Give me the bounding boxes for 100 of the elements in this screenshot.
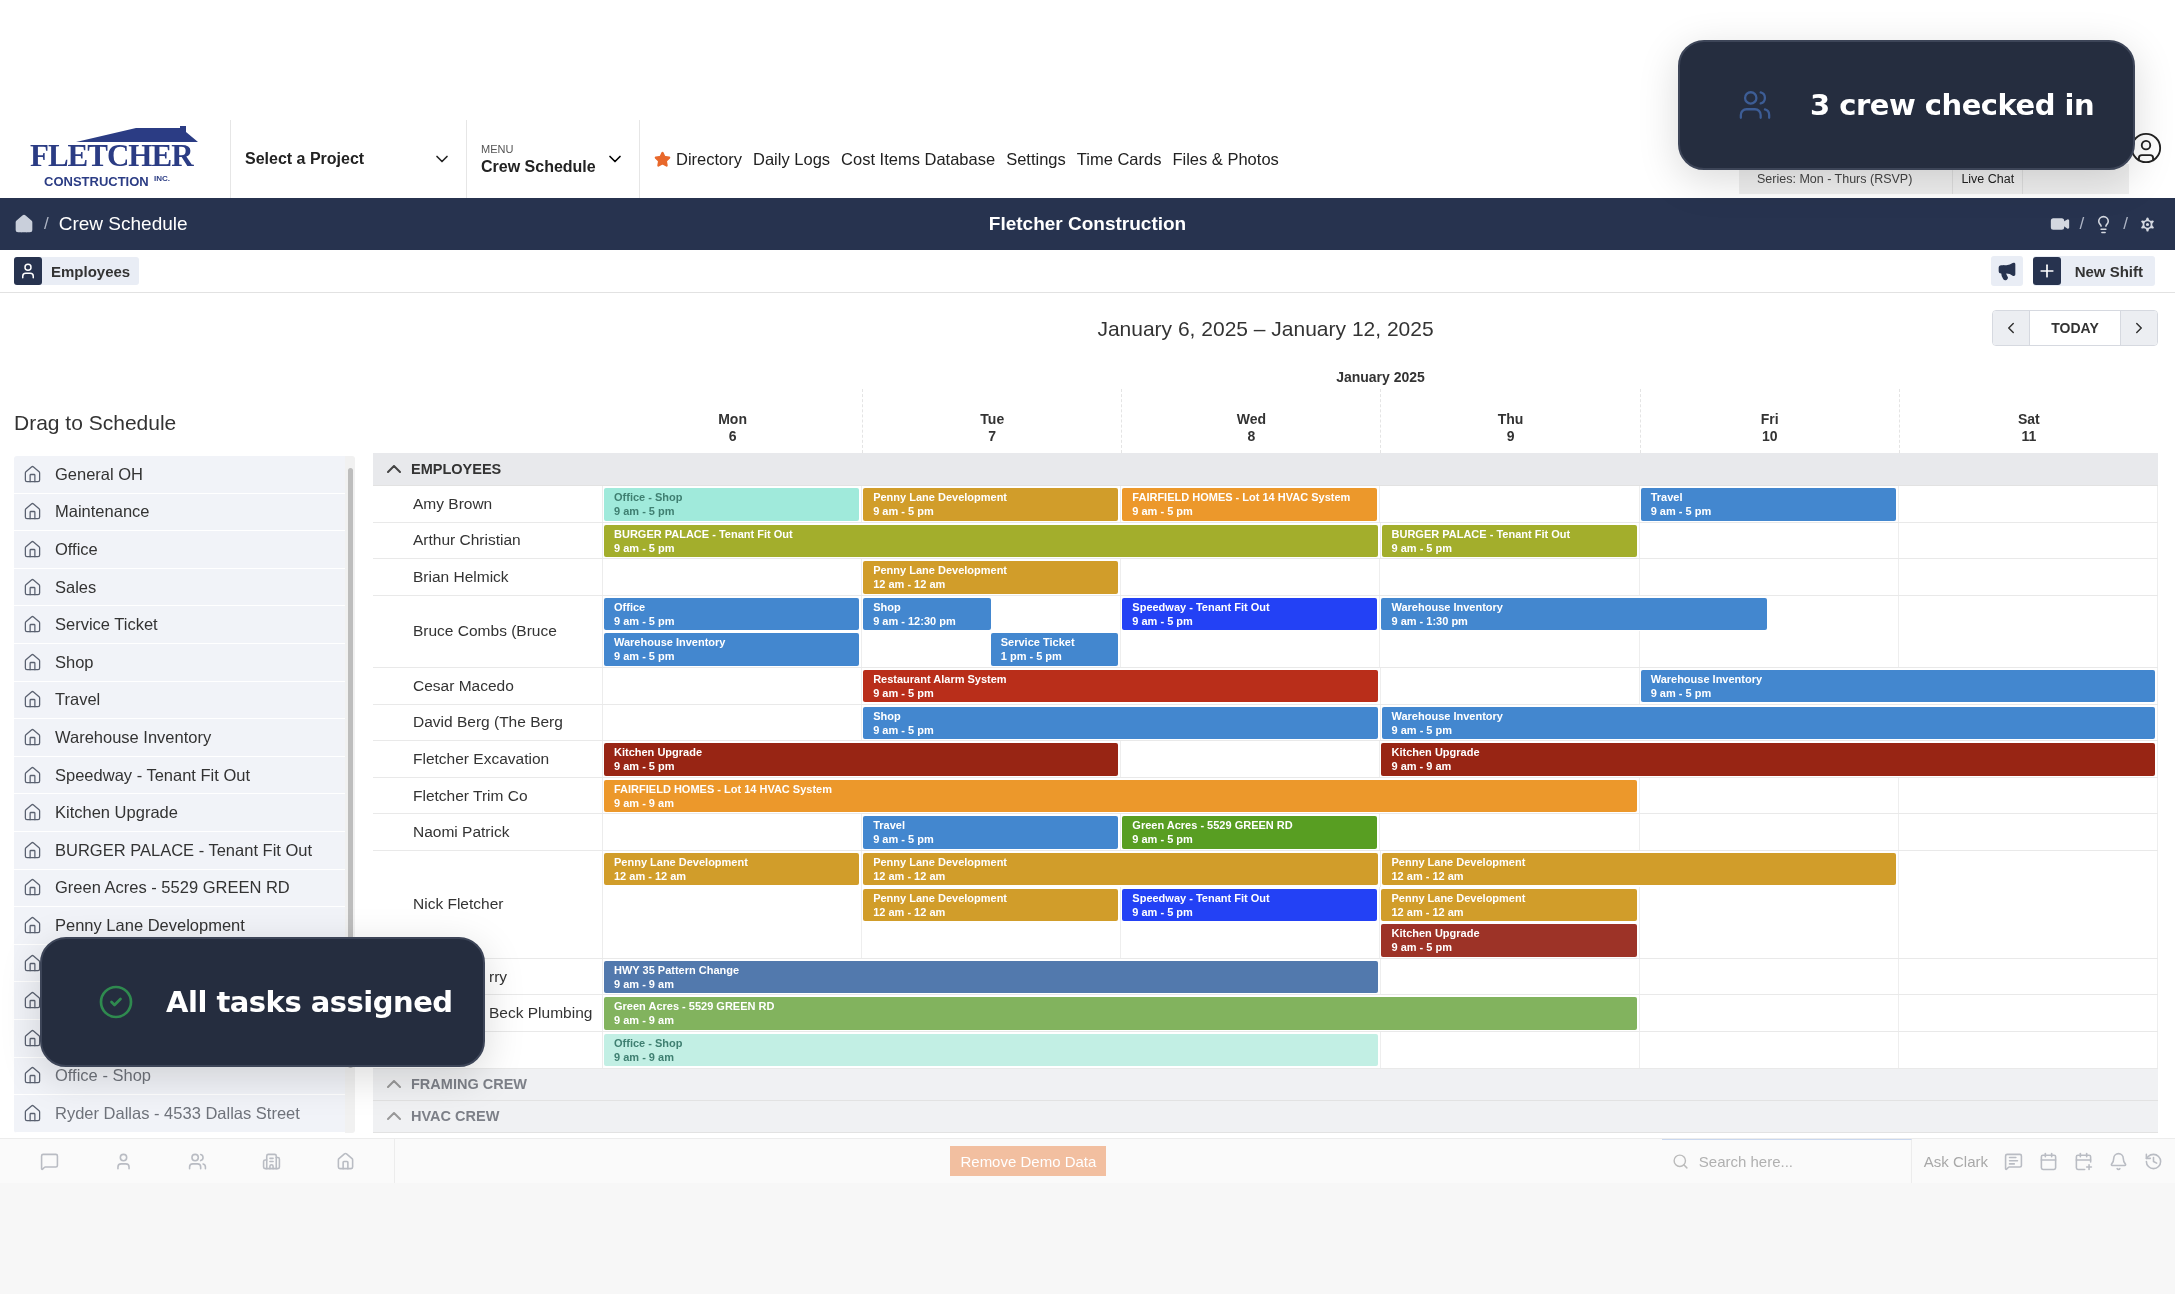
star-icon [654, 150, 671, 168]
history-icon[interactable] [2144, 1151, 2163, 1171]
item-label: Warehouse Inventory [55, 727, 212, 747]
shift-time: 12 am - 12 am [1391, 869, 1465, 883]
item-label: Service Ticket [55, 615, 158, 635]
shift-title: Penny Lane Development [614, 855, 749, 869]
shift-block[interactable]: Office 9 am - 5 pm [604, 597, 860, 631]
home-icon[interactable] [14, 214, 34, 234]
employee-name: David Berg (The Berg [413, 713, 563, 732]
day-name: Wed [1236, 411, 1267, 428]
shift-title: Penny Lane Development [873, 891, 1009, 905]
draggable-item[interactable]: Speedway - Tenant Fit Out [14, 756, 345, 795]
shift-block[interactable]: Kitchen Upgrade 9 am - 5 pm [604, 743, 1119, 776]
draggable-item[interactable]: Green Acres - 5529 GREEN RD [14, 869, 345, 908]
breadcrumb-link[interactable]: Crew Schedule [58, 213, 188, 235]
item-label: Speedway - Tenant Fit Out [55, 765, 251, 785]
group-header[interactable]: FRAMING CREW [373, 1068, 2158, 1101]
shift-title: Restaurant Alarm System [873, 672, 1008, 686]
shift-time: 9 am - 5 pm [614, 760, 676, 774]
sidebar-title: Drag to Schedule [14, 411, 178, 436]
chat-icon[interactable] [39, 1151, 59, 1171]
chat-icon[interactable] [2004, 1151, 2023, 1171]
new-shift-button[interactable]: New Shift [2032, 256, 2155, 286]
shift-block[interactable]: Warehouse Inventory 9 am - 5 pm [1640, 669, 2155, 703]
draggable-item[interactable]: Kitchen Upgrade [14, 794, 345, 832]
nav-link[interactable]: Cost Items Database [841, 149, 996, 169]
bell-icon[interactable] [2109, 1151, 2128, 1171]
house-icon [23, 991, 42, 1011]
draggable-item[interactable]: Ryder Dallas - 4533 Dallas Street [14, 1095, 345, 1133]
shift-block[interactable]: Speedway - Tenant Fit Out 9 am - 5 pm [1122, 888, 1378, 922]
shift-title: FAIRFIELD HOMES - Lot 14 HVAC System [1132, 491, 1352, 504]
draggable-item[interactable]: Warehouse Inventory [14, 719, 345, 757]
house-icon [23, 464, 42, 484]
house-icon[interactable] [335, 1151, 355, 1171]
shift-title: Kitchen Upgrade [614, 746, 703, 760]
house-icon [23, 615, 42, 635]
group-header[interactable]: HVAC CREW [373, 1100, 2158, 1133]
shift-block[interactable]: HWY 35 Pattern Change 9 am - 9 am [604, 960, 1378, 994]
shift-block[interactable]: Kitchen Upgrade 9 am - 5 pm [1381, 924, 1637, 957]
today-button[interactable]: TODAY [2029, 311, 2121, 345]
shift-time: 9 am - 5 pm [1391, 941, 1453, 955]
item-label: Sales [55, 577, 97, 597]
shift-block[interactable]: Office - Shop 9 am - 5 pm [604, 488, 860, 521]
shift-block[interactable]: Restaurant Alarm System 9 am - 5 pm [863, 669, 1378, 703]
shift-block[interactable]: Shop 9 am - 5 pm [863, 706, 1378, 740]
draggable-item[interactable]: Office [14, 531, 345, 569]
settings-icon[interactable] [2138, 214, 2157, 234]
shift-block[interactable]: Travel 9 am - 5 pm [1640, 488, 1896, 521]
shift-title: Penny Lane Development [873, 491, 1009, 504]
employee-name: Brian Helmick [413, 568, 509, 586]
draggable-item[interactable]: General OH [14, 456, 345, 494]
calendar-icon[interactable] [2039, 1151, 2058, 1171]
nav-link[interactable]: Time Cards [1076, 149, 1162, 169]
building-icon[interactable] [261, 1151, 281, 1171]
breadcrumb-separator: / [44, 214, 49, 234]
house-icon [23, 502, 42, 522]
draggable-item[interactable]: BURGER PALACE - Tenant Fit Out [14, 831, 345, 870]
shift-block[interactable]: Travel 9 am - 5 pm [863, 816, 1119, 849]
day-number: 8 [1247, 428, 1256, 445]
day-number: 11 [2021, 428, 2037, 445]
shift-block[interactable]: Warehouse Inventory 9 am - 1:30 pm [1381, 597, 1768, 631]
draggable-item[interactable]: Maintenance [14, 493, 345, 532]
nav-link[interactable]: Directory [654, 149, 742, 169]
calendar-plus-icon[interactable] [2074, 1151, 2093, 1171]
shift-time: 12 am - 12 am [873, 905, 947, 919]
shift-time: 9 am - 5 pm [614, 650, 676, 664]
shift-time: 9 am - 9 am [1391, 760, 1453, 774]
shift-block[interactable]: Shop 9 am - 12:30 pm [863, 597, 991, 631]
nav-link[interactable]: Files & Photos [1172, 149, 1279, 169]
chevron-up-icon [387, 1112, 401, 1120]
group-header[interactable]: EMPLOYEES [373, 453, 2158, 486]
people-icon[interactable] [187, 1151, 207, 1171]
draggable-item[interactable]: Service Ticket [14, 606, 345, 644]
search-field[interactable]: Search here... [1696, 1152, 1891, 1171]
shift-block[interactable]: Warehouse Inventory 9 am - 5 pm [1381, 706, 2155, 740]
shift-block[interactable]: Warehouse Inventory 9 am - 5 pm [604, 633, 860, 666]
shift-time: 9 am - 1:30 pm [1391, 614, 1469, 628]
shift-title: Shop [873, 600, 902, 614]
nav-link[interactable]: Daily Logs [753, 149, 831, 169]
draggable-item[interactable]: Sales [14, 568, 345, 607]
next-week-button[interactable] [2121, 311, 2157, 345]
day-name: Sat [2018, 411, 2040, 428]
announce-button[interactable] [1990, 256, 2023, 286]
previous-week-button[interactable] [1993, 311, 2029, 345]
shift-time: 9 am - 9 am [614, 1050, 675, 1064]
nav-link[interactable]: Settings [1006, 149, 1066, 169]
shift-time: 9 am - 5 pm [873, 833, 935, 847]
item-label: Office [55, 540, 98, 559]
day-number: 6 [728, 428, 737, 445]
draggable-item[interactable]: Shop [14, 643, 345, 682]
employees-view-button[interactable]: Employees [14, 257, 140, 285]
shift-title: Office - Shop [614, 491, 684, 504]
company-logo[interactable]: FLETCHER CONSTRUCTION INC. [26, 126, 202, 192]
shift-block[interactable]: Office - Shop 9 am - 9 am [604, 1033, 1378, 1067]
house-icon [23, 577, 42, 597]
shift-block[interactable]: Speedway - Tenant Fit Out 9 am - 5 pm [1122, 597, 1378, 631]
draggable-item[interactable]: Travel [14, 681, 345, 720]
shift-block[interactable]: Kitchen Upgrade 9 am - 9 am [1381, 743, 2155, 776]
item-label: General OH [55, 464, 144, 484]
shift-block[interactable]: Service Ticket 1 pm - 5 pm [990, 633, 1119, 666]
